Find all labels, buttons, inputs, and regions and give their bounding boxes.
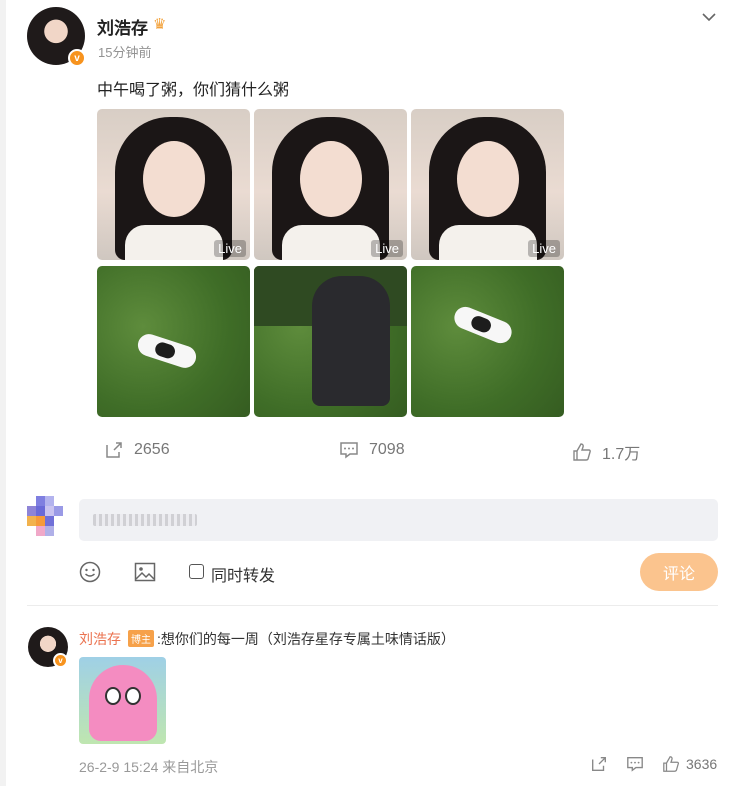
thumbs-up-icon [573,443,591,461]
reply-sticker-image[interactable] [79,657,166,744]
photo-2[interactable]: Live [254,109,407,260]
photo-5[interactable] [254,266,407,417]
photo-1[interactable]: Live [97,109,250,260]
reply-like-button[interactable]: 3636 [662,755,717,773]
photo-3[interactable]: Live [411,109,564,260]
left-gutter [0,0,6,786]
owner-badge: 博主 [128,630,154,647]
image-icon[interactable] [133,560,157,584]
post-text: 中午喝了粥，你们猜什么粥 [97,82,290,99]
like-button[interactable]: 1.7万 [572,440,640,464]
photo-4[interactable] [97,266,250,417]
reply-comment-button[interactable] [626,755,644,773]
repost-checkbox-label[interactable]: 同时转发 [211,562,275,586]
reply-like-count: 3636 [686,756,718,772]
like-count: 1.7万 [602,446,641,463]
thumbs-up-icon [663,756,680,772]
submit-comment-button[interactable]: 评论 [640,553,718,591]
vip-crown-icon[interactable]: ♛ [153,15,166,33]
author-name[interactable]: 刘浩存 [97,14,148,39]
reply-author-name[interactable]: 刘浩存 [79,629,121,649]
share-icon [592,757,606,771]
live-badge: Live [214,240,246,257]
comment-button[interactable]: 7098 [339,440,405,460]
blurred-placeholder [93,514,197,526]
live-badge: Live [371,240,403,257]
comment-icon [340,442,358,459]
verified-badge-icon: v [53,653,68,668]
live-badge: Live [528,240,560,257]
reply-repost-button[interactable] [590,755,608,773]
divider [27,605,718,606]
emoji-icon[interactable] [78,560,102,584]
share-icon [106,442,122,458]
reply-meta: 26-2-9 15:24 来自北京 [79,759,219,775]
repost-count: 2656 [134,441,170,458]
photo-6[interactable] [411,266,564,417]
repost-checkbox[interactable] [189,564,204,579]
reply-text: :想你们的每一周（刘浩存星存专属土味情话版） [157,631,455,647]
my-avatar[interactable] [27,496,63,536]
post-time[interactable]: 15分钟前 [98,42,151,61]
comment-icon [627,757,643,772]
comment-count: 7098 [369,441,405,458]
comment-input[interactable] [79,499,718,541]
repost-button[interactable]: 2656 [104,440,170,460]
chevron-down-icon[interactable] [702,10,716,24]
verified-badge-icon: v [68,49,86,67]
